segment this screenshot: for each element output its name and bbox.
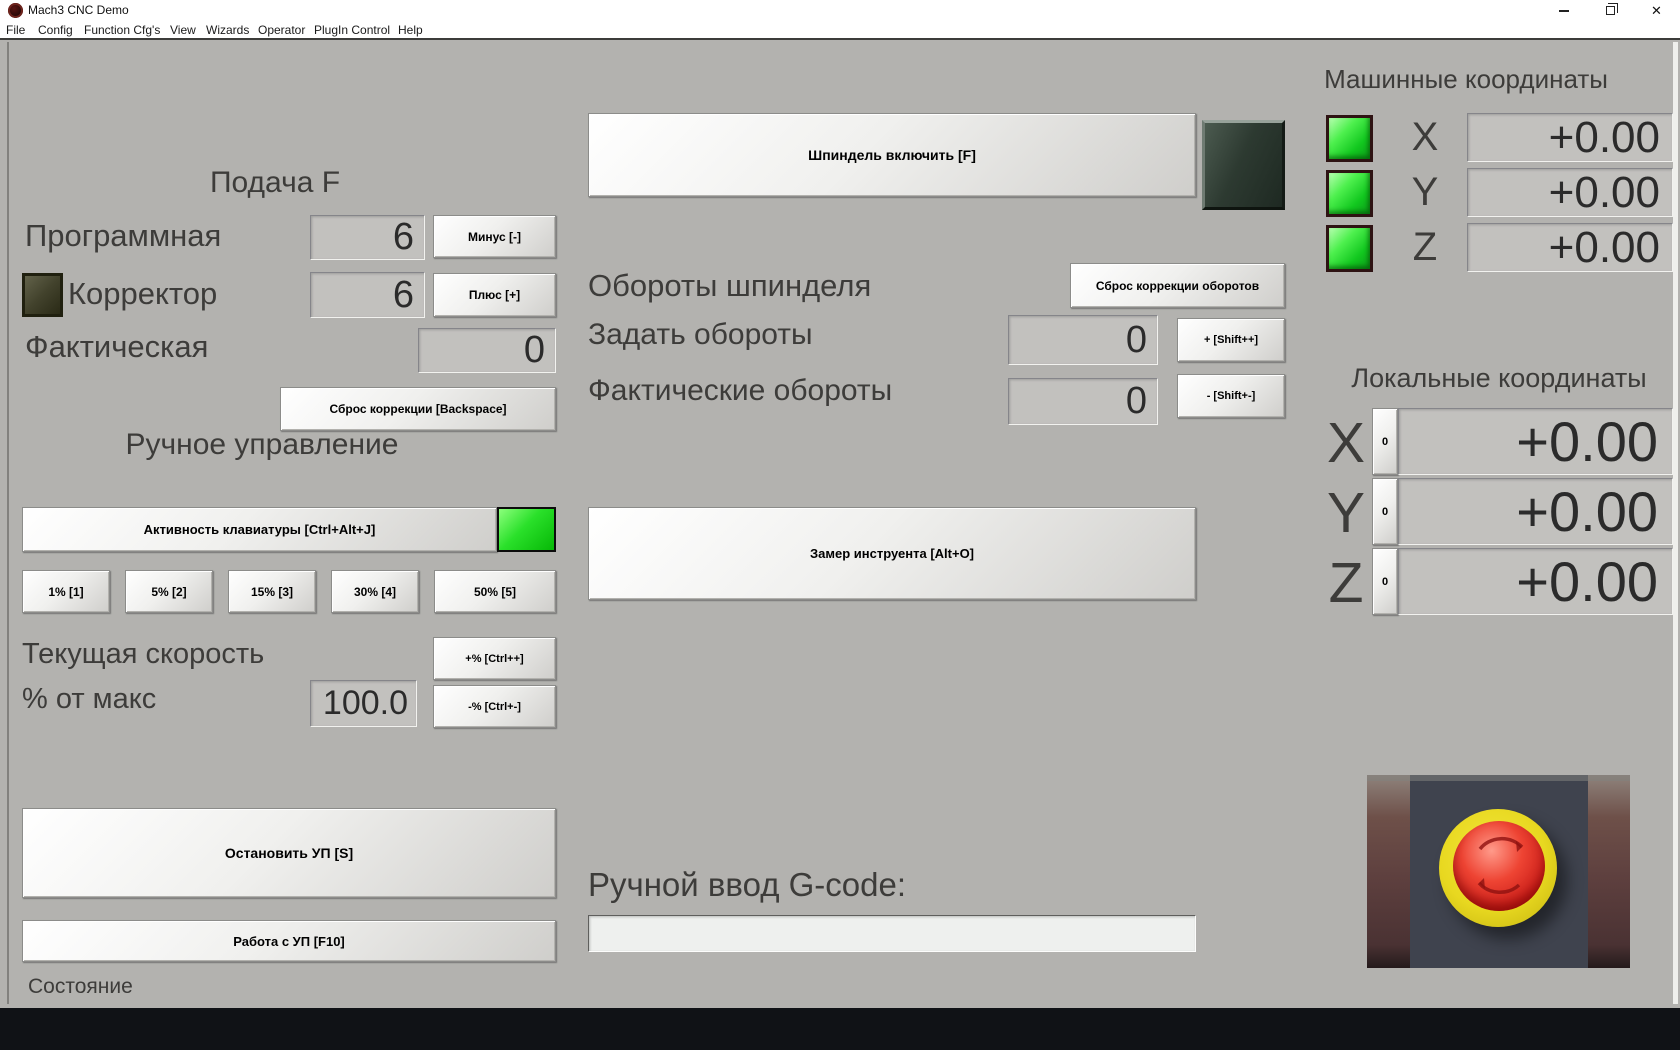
restore-button[interactable] <box>1587 0 1634 21</box>
feed-corrector-label: Корректор <box>68 276 218 311</box>
stop-program-button[interactable]: Остановить УП [S] <box>22 808 556 898</box>
jog-speed-inc-button[interactable]: +% [Ctrl++] <box>433 637 556 680</box>
local-x-zero-button[interactable]: 0 <box>1372 408 1398 475</box>
titlebar: Mach3 CNC Demo ✕ <box>0 0 1680 21</box>
jog-speed-label-1: Текущая скорость <box>22 638 265 670</box>
close-icon: ✕ <box>1651 3 1662 18</box>
tool-probe-button[interactable]: Замер инструента [Alt+O] <box>588 507 1196 600</box>
restore-icon <box>1606 3 1618 15</box>
mach3-app-icon <box>8 3 23 18</box>
menu-view[interactable]: View <box>170 23 196 37</box>
machine-z-axis-label: Z <box>1412 225 1438 269</box>
machine-y-axis-label: Y <box>1411 170 1439 214</box>
spindle-section-title: Обороты шпинделя <box>588 268 872 303</box>
jog-speed-dro[interactable]: 100.0 <box>310 680 417 727</box>
machine-y-dro[interactable]: +0.00 <box>1467 168 1673 217</box>
feed-section-title: Подача F <box>209 166 341 199</box>
menu-operator[interactable]: Operator <box>258 23 305 37</box>
feed-reset-override-button[interactable]: Сброс коррекции [Backspace] <box>280 387 556 431</box>
emergency-stop-button[interactable] <box>1367 775 1630 968</box>
feed-actual-label: Фактическая <box>25 329 209 364</box>
jog-speed-dec-button[interactable]: -% [Ctrl+-] <box>433 685 556 728</box>
spindle-inc-button[interactable]: + [Shift++] <box>1177 318 1285 362</box>
local-z-axis-label: Z <box>1328 551 1364 615</box>
windows-taskbar: A ENG 13:53 19.11.2019 <box>0 1008 1680 1050</box>
mach3-window: Mach3 CNC Demo ✕ File Config Function Cf… <box>0 0 1680 1050</box>
jog-30pct-button[interactable]: 30% [4] <box>331 570 419 613</box>
spindle-dec-button[interactable]: - [Shift+-] <box>1177 374 1285 418</box>
feed-actual-dro[interactable]: 0 <box>418 328 556 373</box>
jog-50pct-button[interactable]: 50% [5] <box>434 570 556 613</box>
menu-plugin-control[interactable]: PlugIn Control <box>314 23 390 37</box>
estop-panel-left <box>1367 775 1410 968</box>
jog-5pct-button[interactable]: 5% [2] <box>125 570 213 613</box>
feed-corrector-dro[interactable]: 6 <box>310 272 425 318</box>
local-z-dro[interactable]: +0.00 <box>1398 548 1673 615</box>
machine-x-dro[interactable]: +0.00 <box>1467 113 1673 162</box>
spindle-reset-override-button[interactable]: Сброс коррекции оборотов <box>1070 263 1285 308</box>
minimize-icon <box>1558 9 1569 12</box>
machine-z-dro[interactable]: +0.00 <box>1467 223 1673 272</box>
keyboard-jog-button[interactable]: Активность клавиатуры [Ctrl+Alt+J] <box>22 507 497 552</box>
feed-minus-button[interactable]: Минус [-] <box>433 215 556 258</box>
local-x-dro[interactable]: +0.00 <box>1398 408 1673 475</box>
local-z-zero-button[interactable]: 0 <box>1372 548 1398 615</box>
jog-15pct-button[interactable]: 15% [3] <box>228 570 316 613</box>
estop-panel-top-edge <box>1367 775 1630 781</box>
spindle-actual-dro[interactable]: 0 <box>1008 378 1158 425</box>
spindle-actual-label: Фактические обороты <box>588 374 893 407</box>
mdi-gcode-input[interactable] <box>588 915 1196 952</box>
machine-z-led[interactable] <box>1326 225 1373 272</box>
spindle-set-dro[interactable]: 0 <box>1008 315 1158 365</box>
menubar: File Config Function Cfg's View Wizards … <box>0 21 1680 40</box>
window-title: Mach3 CNC Demo <box>28 3 129 17</box>
local-y-zero-button[interactable]: 0 <box>1372 478 1398 545</box>
keyboard-jog-led <box>497 507 556 552</box>
run-program-button[interactable]: Работа с УП [F10] <box>22 920 556 962</box>
local-coords-title: Локальные координаты <box>1351 363 1647 393</box>
menu-file[interactable]: File <box>6 23 25 37</box>
jog-section-title: Ручное управление <box>125 428 399 461</box>
menu-wizards[interactable]: Wizards <box>206 23 249 37</box>
screen-right-edge <box>1673 42 1678 1004</box>
local-x-axis-label: X <box>1326 411 1366 475</box>
spindle-on-button[interactable]: Шпиндель включить [F] <box>588 113 1196 197</box>
local-y-dro[interactable]: +0.00 <box>1398 478 1673 545</box>
screen-left-edge <box>7 42 9 1004</box>
machine-x-led[interactable] <box>1326 115 1373 162</box>
spindle-set-label: Задать обороты <box>588 318 813 351</box>
menu-config[interactable]: Config <box>38 23 73 37</box>
close-button[interactable]: ✕ <box>1633 0 1680 21</box>
feed-programmed-dro[interactable]: 6 <box>310 215 425 260</box>
machine-coords-title: Машинные координаты <box>1324 64 1608 94</box>
local-y-axis-label: Y <box>1326 481 1366 545</box>
minimize-button[interactable] <box>1540 0 1587 21</box>
machine-x-axis-label: X <box>1411 115 1439 159</box>
estop-red-mushroom <box>1453 821 1545 911</box>
estop-panel-right <box>1588 775 1630 968</box>
jog-speed-label-2: % от макс <box>22 683 157 715</box>
mdi-label: Ручной ввод G-code: <box>588 866 907 903</box>
machine-y-led[interactable] <box>1326 170 1373 217</box>
jog-1pct-button[interactable]: 1% [1] <box>22 570 110 613</box>
feed-programmed-label: Программная <box>25 218 222 253</box>
status-label: Состояние <box>28 975 133 998</box>
feed-plus-button[interactable]: Плюс [+] <box>433 273 556 317</box>
spindle-status-indicator <box>1202 120 1285 210</box>
corrector-led <box>22 273 63 317</box>
menu-help[interactable]: Help <box>398 23 423 37</box>
estop-rotate-arrows-icon <box>1477 836 1524 895</box>
menu-function-cfgs[interactable]: Function Cfg's <box>84 23 160 37</box>
